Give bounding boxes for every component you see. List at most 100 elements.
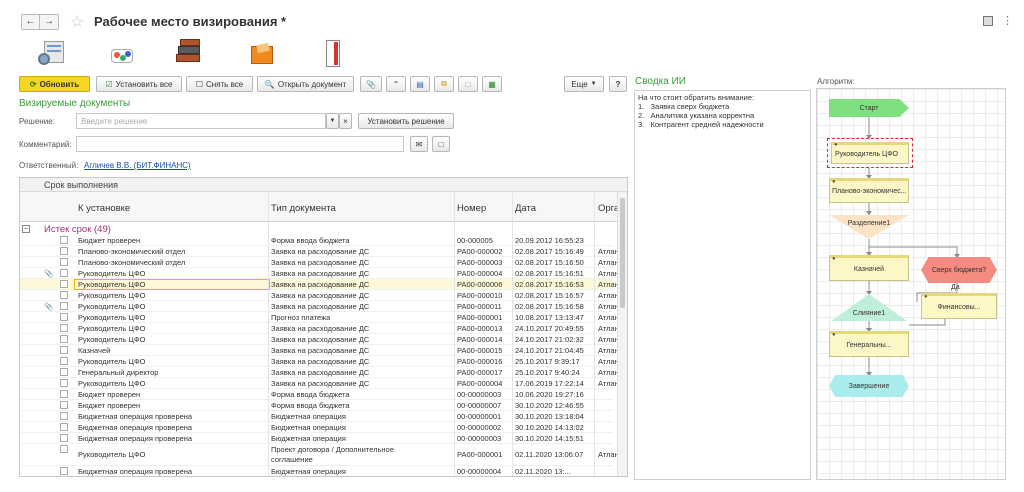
row-checkbox[interactable] <box>60 247 68 255</box>
set-decision-button[interactable]: Установить решение <box>358 113 454 129</box>
comment-input[interactable] <box>76 136 404 152</box>
row-checkbox[interactable] <box>60 291 68 299</box>
node-finance[interactable]: ● Финансовы... <box>921 293 997 319</box>
table-row[interactable]: Руководитель ЦФО Заявка на расходование Д… <box>20 378 619 389</box>
attachment-button[interactable]: 📎 <box>360 76 382 92</box>
more-window-icon[interactable]: ⋮ <box>1002 14 1013 27</box>
table-row[interactable]: Генеральный директор Заявка на расходован… <box>20 367 619 378</box>
col-header-step[interactable]: К установке <box>78 203 130 214</box>
row-checkbox[interactable] <box>60 236 68 244</box>
node-over-budget[interactable]: Сверх бюджета? <box>921 257 997 283</box>
table-row[interactable]: 📎 Руководитель ЦФО Заявка на расходование … <box>20 301 619 312</box>
scrollbar-thumb[interactable] <box>620 198 625 308</box>
open-document-button[interactable]: 🔍 Открыть документ <box>257 76 354 92</box>
table-row[interactable]: Бюджет проверен Форма ввода бюджета 00-000… <box>20 400 613 411</box>
table-row[interactable]: Планово-экономический отдел Заявка на рас… <box>20 246 619 257</box>
table-scrollbar[interactable] <box>617 192 627 476</box>
node-cfo[interactable]: ● Руководитель ЦФО <box>827 138 913 168</box>
row-checkbox[interactable] <box>60 346 68 354</box>
cell-date: 30.10.2020 13:18:04 <box>515 412 584 421</box>
row-checkbox[interactable] <box>60 401 68 409</box>
node-general[interactable]: ● Генеральны... <box>829 331 909 357</box>
row-checkbox[interactable] <box>60 313 68 321</box>
save-icon[interactable] <box>983 16 993 26</box>
col-header-number[interactable]: Номер <box>457 203 486 214</box>
clear-all-button[interactable]: ☐ Снять все <box>186 76 253 92</box>
comment-doc-button[interactable]: □ <box>432 136 450 152</box>
star-icon[interactable]: ☆ <box>70 12 84 32</box>
export-button[interactable]: ▦ <box>482 76 502 92</box>
blank-doc-button[interactable]: □ <box>458 76 478 92</box>
algorithm-canvas[interactable]: Старт ● Руководитель ЦФО ● Планово-экономи… <box>816 88 1006 480</box>
column-header-row: К установке Тип документа Номер Дата Орг… <box>20 192 627 222</box>
table-row[interactable]: Руководитель ЦФО Заявка на расходование Д… <box>20 356 619 367</box>
cell-date: 30.10.2020 14:13:02 <box>515 423 584 432</box>
table-row[interactable]: Казначей Заявка на расходование ДС РА00-00… <box>20 345 619 356</box>
table-row[interactable]: Руководитель ЦФО Заявка на расходование Д… <box>20 290 619 301</box>
row-checkbox[interactable] <box>60 335 68 343</box>
table-row[interactable]: Руководитель ЦФО Заявка на расходование Д… <box>20 279 619 290</box>
decision-dropdown-button[interactable]: ▼ <box>326 113 339 129</box>
row-checkbox[interactable] <box>60 379 68 387</box>
summary-item: 1. Заявка сверх бюджета <box>638 102 730 111</box>
row-checkbox[interactable] <box>60 434 68 442</box>
table-row[interactable]: Руководитель ЦФО Прогноз платежа РА00-0000… <box>20 312 619 323</box>
column-divider <box>454 192 455 476</box>
help-button[interactable]: ? <box>609 76 627 92</box>
table-row[interactable]: Бюджет проверен Форма ввода бюджета 00-000… <box>20 235 613 246</box>
row-checkbox[interactable] <box>60 390 68 398</box>
cell-step: Бюджетная операция проверена <box>78 412 193 421</box>
table-row[interactable]: Руководитель ЦФО Заявка на расходование Д… <box>20 323 619 334</box>
forward-button[interactable]: → <box>40 14 59 30</box>
books-icon[interactable] <box>174 38 204 68</box>
table-row[interactable]: Бюджетная операция проверена Бюджетная оп… <box>20 466 613 476</box>
paperclip-icon[interactable]: 📎 <box>44 268 53 279</box>
documents-table[interactable]: Срок выполнения К установке Тип документ… <box>19 177 628 477</box>
row-checkbox[interactable] <box>60 324 68 332</box>
row-checkbox[interactable] <box>60 269 68 277</box>
colored-dots-icon[interactable] <box>108 41 136 65</box>
set-all-button[interactable]: ☑ Установить все <box>96 76 182 92</box>
row-checkbox[interactable] <box>60 357 68 365</box>
table-row[interactable]: Руководитель ЦФО Проект договора / Дополн… <box>20 444 619 466</box>
node-end[interactable]: Завершение <box>829 375 909 397</box>
refresh-button[interactable]: ⟳ Обновить <box>19 76 90 92</box>
comment-chat-button[interactable]: ✉ <box>410 136 428 152</box>
copy-button[interactable]: ⧉ <box>434 76 454 92</box>
paperclip-icon[interactable]: 📎 <box>44 301 53 312</box>
col-header-type[interactable]: Тип документа <box>271 203 336 214</box>
node-plan[interactable]: ● Планово-экономичес... <box>829 178 909 203</box>
col-header-date[interactable]: Дата <box>515 203 536 214</box>
cell-step: Руководитель ЦФО <box>78 450 146 459</box>
row-checkbox[interactable] <box>60 302 68 310</box>
row-checkbox[interactable] <box>60 280 68 288</box>
node-start[interactable]: Старт <box>829 99 909 117</box>
table-row[interactable]: Бюджетная операция проверена Бюджетная оп… <box>20 433 613 444</box>
row-checkbox[interactable] <box>60 258 68 266</box>
table-row[interactable]: Бюджетная операция проверена Бюджетная оп… <box>20 411 613 422</box>
table-row[interactable]: Планово-экономический отдел Заявка на рас… <box>20 257 619 268</box>
responsible-link[interactable]: Агличев В.В. (БИТ.ФИНАНС) <box>84 161 191 170</box>
print-button[interactable]: ▤ <box>410 76 430 92</box>
row-checkbox[interactable] <box>60 412 68 420</box>
more-button[interactable]: Еще ▼ <box>564 76 604 92</box>
table-row[interactable]: 📎 Руководитель ЦФО Заявка на расходование … <box>20 268 619 279</box>
group-label[interactable]: Истек срок (49) <box>44 224 111 235</box>
table-row[interactable]: Бюджет проверен Форма ввода бюджета 00-000… <box>20 389 613 400</box>
decision-input[interactable]: Введите решение <box>76 113 326 129</box>
box-package-icon[interactable] <box>247 40 277 68</box>
table-row[interactable]: Бюджетная операция проверена Бюджетная оп… <box>20 422 613 433</box>
row-checkbox[interactable] <box>60 368 68 376</box>
node-treasurer[interactable]: ● Казначей <box>829 255 909 281</box>
cell-type-continued: соглашение <box>271 455 313 464</box>
collapse-button[interactable]: ⌃ <box>386 76 406 92</box>
document-red-icon[interactable] <box>323 40 343 68</box>
back-button[interactable]: ← <box>21 14 40 30</box>
row-checkbox[interactable] <box>60 445 68 453</box>
calendar-gear-icon[interactable] <box>38 39 68 67</box>
group-collapse-toggle[interactable]: − <box>22 225 30 233</box>
row-checkbox[interactable] <box>60 423 68 431</box>
table-row[interactable]: Руководитель ЦФО Заявка на расходование Д… <box>20 334 619 345</box>
decision-clear-button[interactable]: × <box>339 113 352 129</box>
row-checkbox[interactable] <box>60 467 68 475</box>
